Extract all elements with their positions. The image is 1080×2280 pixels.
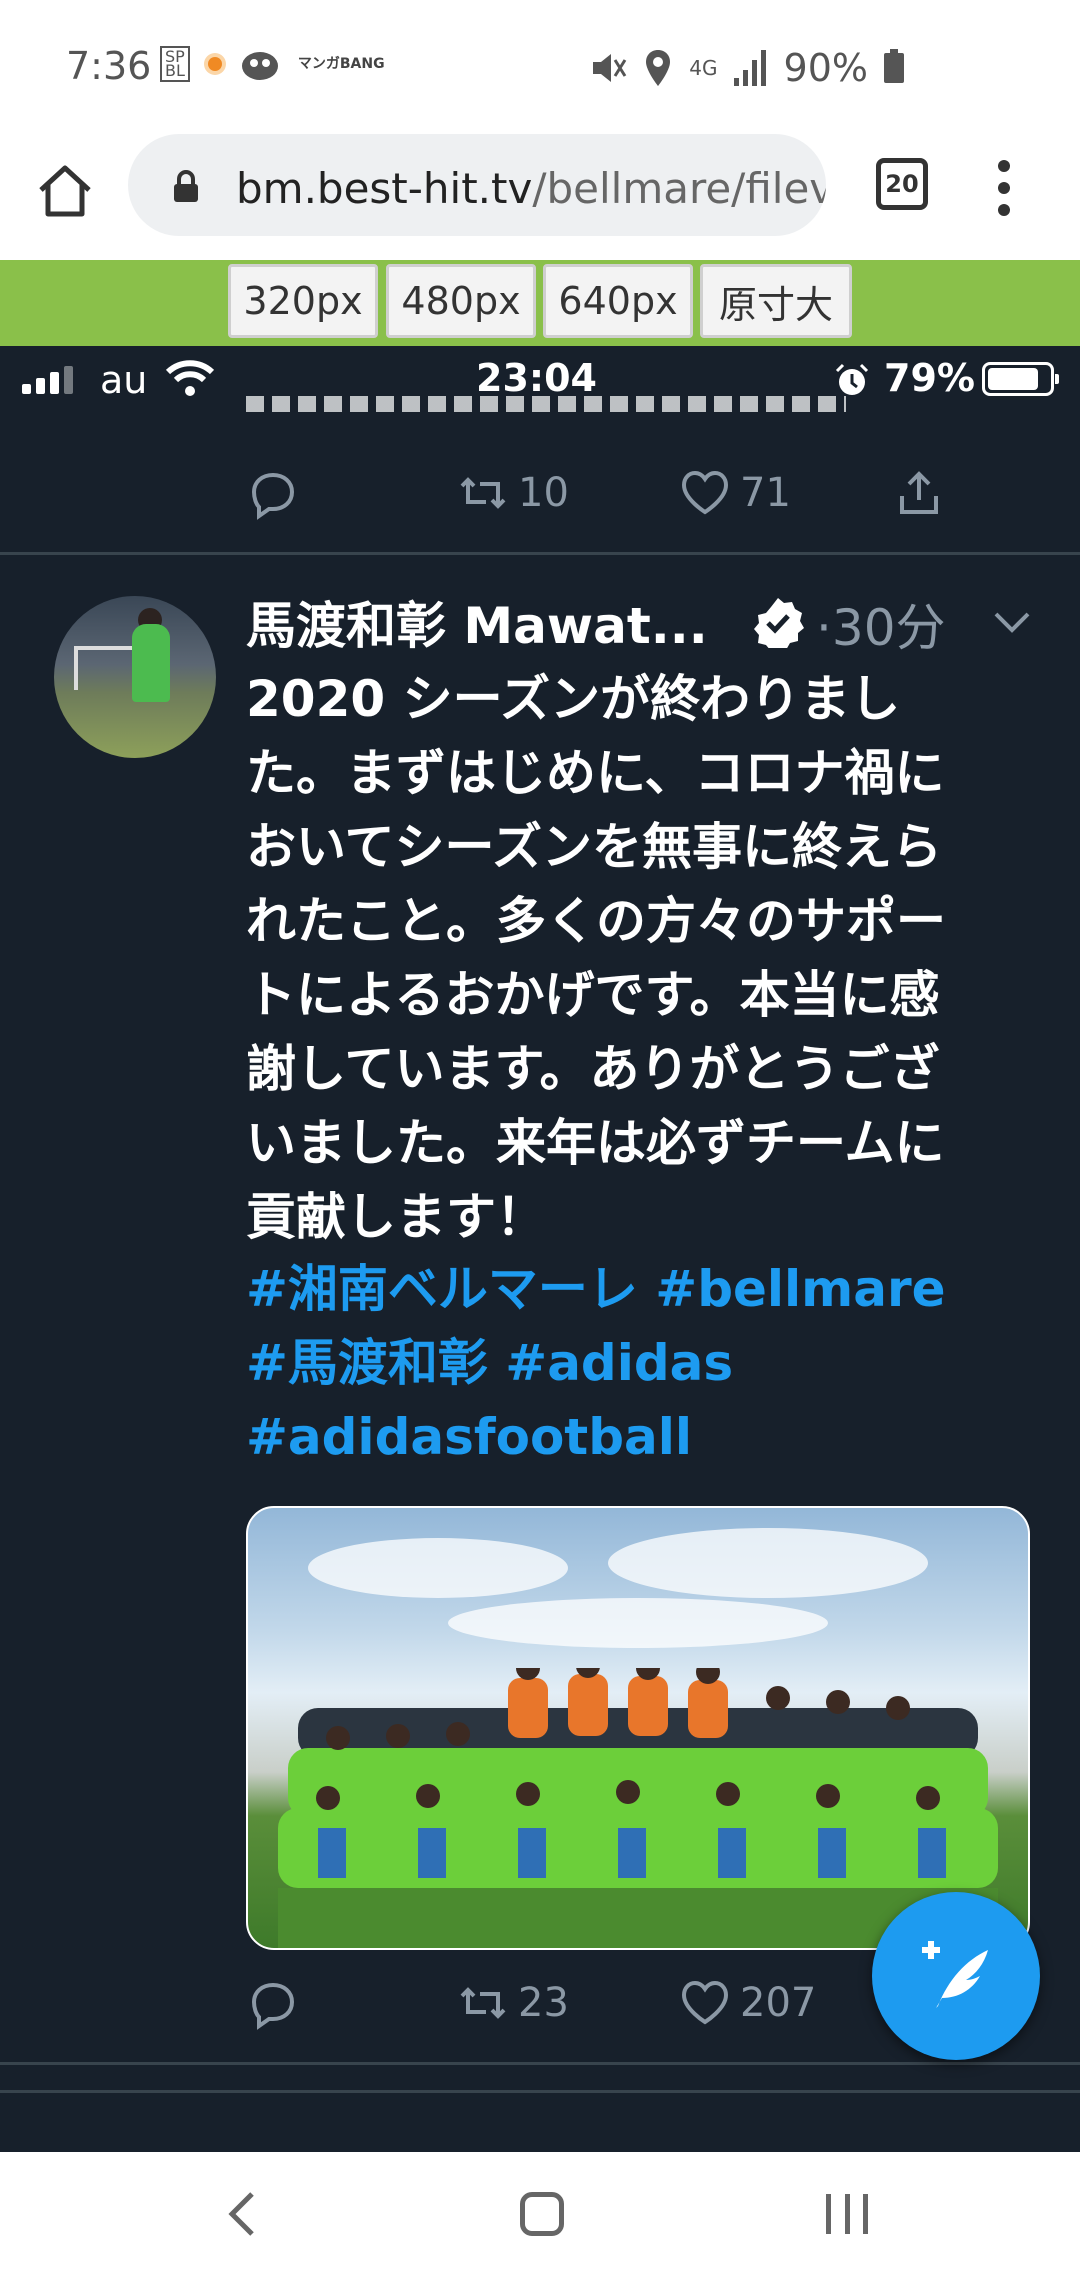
retweet-button[interactable]: 23 <box>456 1976 569 2030</box>
mascot-app-icon <box>241 52 278 80</box>
size-320-button[interactable]: 320px <box>228 264 378 338</box>
heart-icon <box>681 1980 729 2025</box>
ios-battery-icon <box>982 362 1059 396</box>
address-bar[interactable]: bm.best-hit.tv/bellmare/filev <box>128 134 826 236</box>
tweet-line: れたこと。多くの方々のサポー <box>246 892 946 950</box>
tweet-hashtags: #湘南ベルマーレ #bellmare #馬渡和彰 #adidas #adidas… <box>246 1252 1006 1474</box>
signal-icon <box>733 50 766 86</box>
notification-icons: SP BL マンガBANG <box>160 46 385 82</box>
tweet-line: トによるおかげです。本当に感 <box>246 966 940 1024</box>
battery-percent: 90% <box>783 46 868 90</box>
tweet-line: 貢献します！ <box>246 1188 546 1246</box>
ios-carrier: au <box>100 358 148 402</box>
compose-feather-icon <box>922 1941 988 2008</box>
tweet-actions: 23 207 <box>246 1976 946 2036</box>
retweet-button[interactable]: 10 <box>456 466 569 520</box>
reply-icon <box>251 472 295 520</box>
size-original-button[interactable]: 原寸大 <box>700 264 852 338</box>
android-status-bar: 7:36 SP BL マンガBANG 4G 90% <box>0 0 1080 130</box>
system-status-icons: 4G 90% <box>587 46 904 90</box>
network-type: 4G <box>689 56 718 80</box>
like-button[interactable]: 207 <box>678 1976 816 2030</box>
reply-button[interactable] <box>246 466 300 520</box>
previous-tweet-cutoff-text <box>246 396 846 418</box>
team-photo[interactable] <box>246 1506 1030 1950</box>
reply-icon <box>251 1982 295 2030</box>
retweet-count: 23 <box>518 1980 569 2026</box>
tab-switcher-button[interactable]: 20 <box>876 158 928 210</box>
ios-clock: 23:04 <box>476 356 597 400</box>
tweet-divider <box>0 552 1080 555</box>
reply-button[interactable] <box>246 1976 300 2030</box>
hashtag-line[interactable]: #adidasfootball <box>246 1400 1006 1474</box>
share-button[interactable] <box>892 466 946 520</box>
like-count: 207 <box>740 1980 817 2026</box>
user-avatar[interactable] <box>54 596 216 758</box>
size-480-button[interactable]: 480px <box>386 264 536 338</box>
heart-icon <box>681 470 729 515</box>
home-nav-icon[interactable] <box>520 2192 564 2236</box>
tweet-line: おいてシーズンを無事に終えら <box>246 818 942 876</box>
android-nav-bar <box>0 2152 1080 2280</box>
url-path: /bellmare/filev <box>532 164 826 213</box>
app-notification-icon: SP BL <box>160 46 190 82</box>
battery-icon <box>884 49 904 83</box>
browser-toolbar: bm.best-hit.tv/bellmare/filev 20 <box>0 130 1080 260</box>
tweet-line: 2020 シーズンが終わりまし <box>246 670 901 728</box>
wifi-icon <box>165 360 215 396</box>
retweet-icon <box>460 477 506 509</box>
home-icon[interactable] <box>36 162 94 220</box>
retweet-count: 10 <box>518 470 569 516</box>
recent-apps-icon[interactable] <box>826 2194 868 2234</box>
alarm-icon <box>835 363 869 395</box>
like-button[interactable]: 71 <box>678 466 791 520</box>
tweet-line: た。まずはじめに、コロナ禍に <box>246 744 945 802</box>
url-text: bm.best-hit.tv/bellmare/filev <box>236 164 826 213</box>
url-host: bm.best-hit.tv <box>236 164 533 213</box>
retweet-icon <box>460 1987 506 2019</box>
tweet-divider <box>0 2062 1080 2065</box>
tweet-time: ·30分 <box>816 599 946 657</box>
tweet-line: いました。来年は必ずチームに <box>246 1114 945 1172</box>
lock-icon <box>174 170 198 202</box>
hashtag-line[interactable]: #馬渡和彰 #adidas <box>246 1326 1006 1400</box>
mute-icon <box>593 54 627 82</box>
twitter-screenshot: au 23:04 79% 10 71 馬渡和彰 Mawat... ·30分 20… <box>0 346 1080 2152</box>
tweet-header: 馬渡和彰 Mawat... ·30分 <box>246 586 1046 658</box>
mangabang-icon: マンガBANG <box>297 56 385 72</box>
tweet-line: 謝しています。ありがとうござ <box>246 1040 940 1098</box>
sun-notification-icon <box>207 57 222 71</box>
ios-battery-percent: 79% <box>884 356 975 400</box>
prev-tweet-actions: 10 71 <box>246 466 946 526</box>
overflow-menu-icon[interactable] <box>996 160 1012 216</box>
like-count: 71 <box>740 470 791 516</box>
verified-badge-icon <box>754 598 804 648</box>
user-display-name[interactable]: 馬渡和彰 Mawat... <box>246 586 708 658</box>
share-icon <box>900 471 938 514</box>
image-size-bar: 320px 480px 640px 原寸大 <box>0 260 1080 346</box>
hashtag-line[interactable]: #湘南ベルマーレ #bellmare <box>246 1252 1006 1326</box>
back-icon[interactable] <box>222 2190 262 2238</box>
team-players-image <box>278 1668 998 1948</box>
size-640-button[interactable]: 640px <box>543 264 693 338</box>
location-icon <box>646 50 671 86</box>
tweet-text: 2020 シーズンが終わりまし た。まずはじめに、コロナ禍に おいてシーズンを無… <box>246 662 1006 1254</box>
status-time: 7:36 <box>66 44 152 88</box>
ios-signal-icon <box>22 366 73 394</box>
chevron-down-icon[interactable] <box>992 608 1032 636</box>
tab-bar-divider <box>0 2090 1080 2093</box>
compose-tweet-button[interactable] <box>872 1892 1040 2060</box>
